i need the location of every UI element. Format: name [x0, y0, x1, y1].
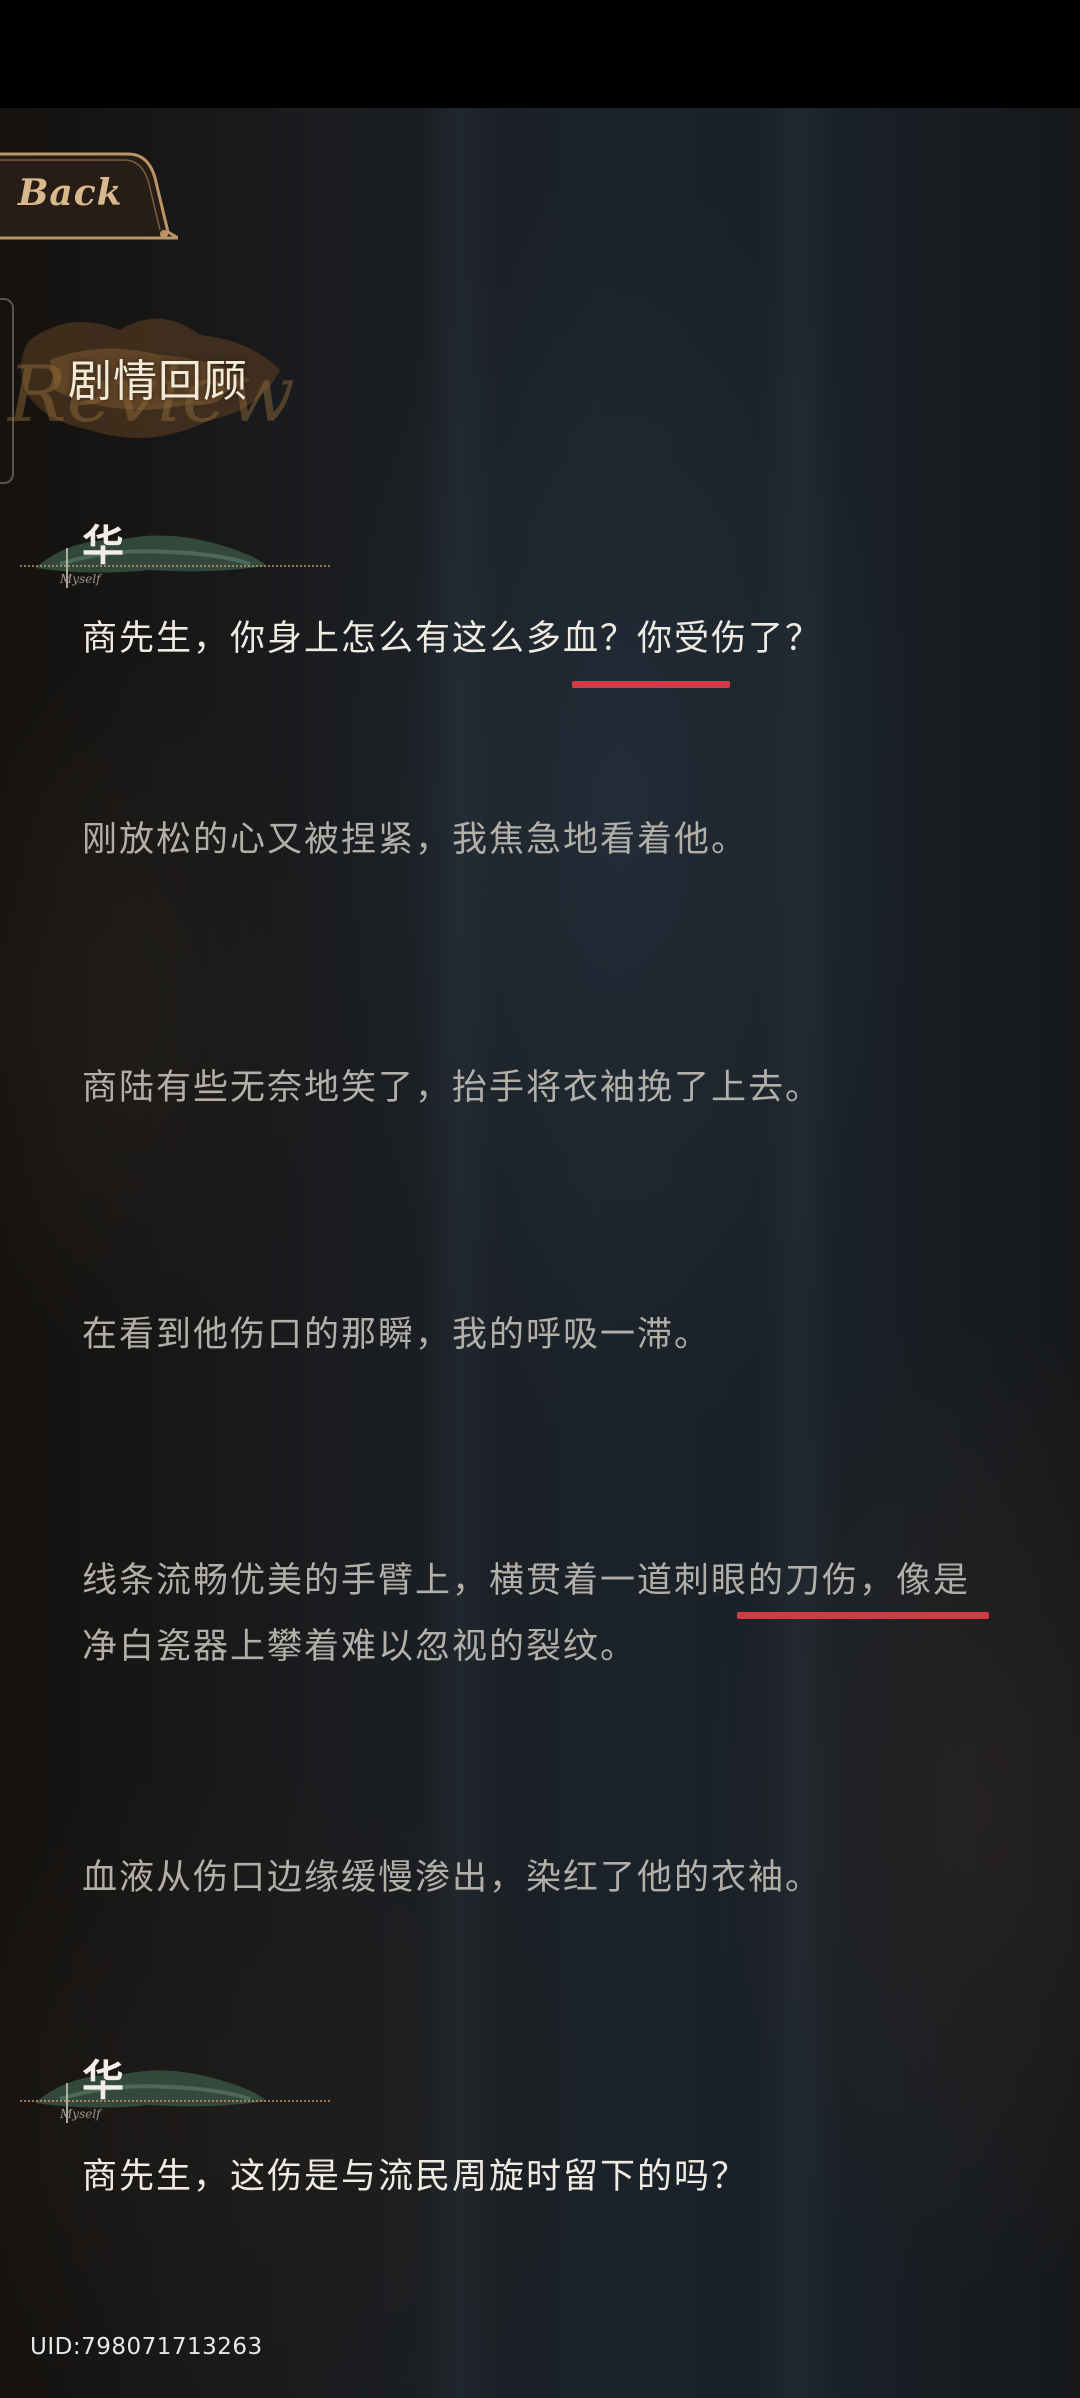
- status-bar: [0, 0, 1080, 108]
- narration-line: 在看到他伤口的那瞬，我的呼吸一滞。: [82, 1315, 712, 1355]
- narration-line: 刚放松的心又被捏紧，我焦急地看着他。: [82, 820, 749, 860]
- speaker-name: 华: [82, 521, 125, 570]
- back-button[interactable]: Back: [0, 152, 178, 240]
- speaker-tag: 华 Myself: [20, 2043, 340, 2133]
- background-pillar: [420, 108, 500, 2398]
- uid-label: UID:798071713263: [30, 2334, 263, 2360]
- highlight-underline: [737, 1612, 989, 1619]
- narration-line: 血液从伤口边缘缓慢渗出，染红了他的衣袖。: [82, 1858, 823, 1898]
- speaker-signature: Myself: [60, 2107, 101, 2121]
- page-title: 剧情回顾: [68, 356, 248, 407]
- back-label: Back: [18, 172, 123, 214]
- speaker-signature: Myself: [60, 572, 101, 586]
- speaker-tag: 华 Myself: [20, 508, 340, 598]
- dialogue-line: 商先生，你身上怎么有这么多血？你受伤了？: [82, 619, 823, 659]
- narration-line: 商陆有些无奈地笑了，抬手将衣袖挽了上去。: [82, 1068, 823, 1108]
- background-pillar: [760, 108, 840, 2398]
- dialogue-line: 商先生，这伤是与流民周旋时留下的吗？: [82, 2157, 749, 2197]
- story-review-screen: Back Review 剧情回顾 华 Myself 商先生，你身上怎么有这么多血…: [0, 0, 1080, 2398]
- speaker-name: 华: [82, 2056, 125, 2105]
- highlight-underline: [572, 681, 730, 688]
